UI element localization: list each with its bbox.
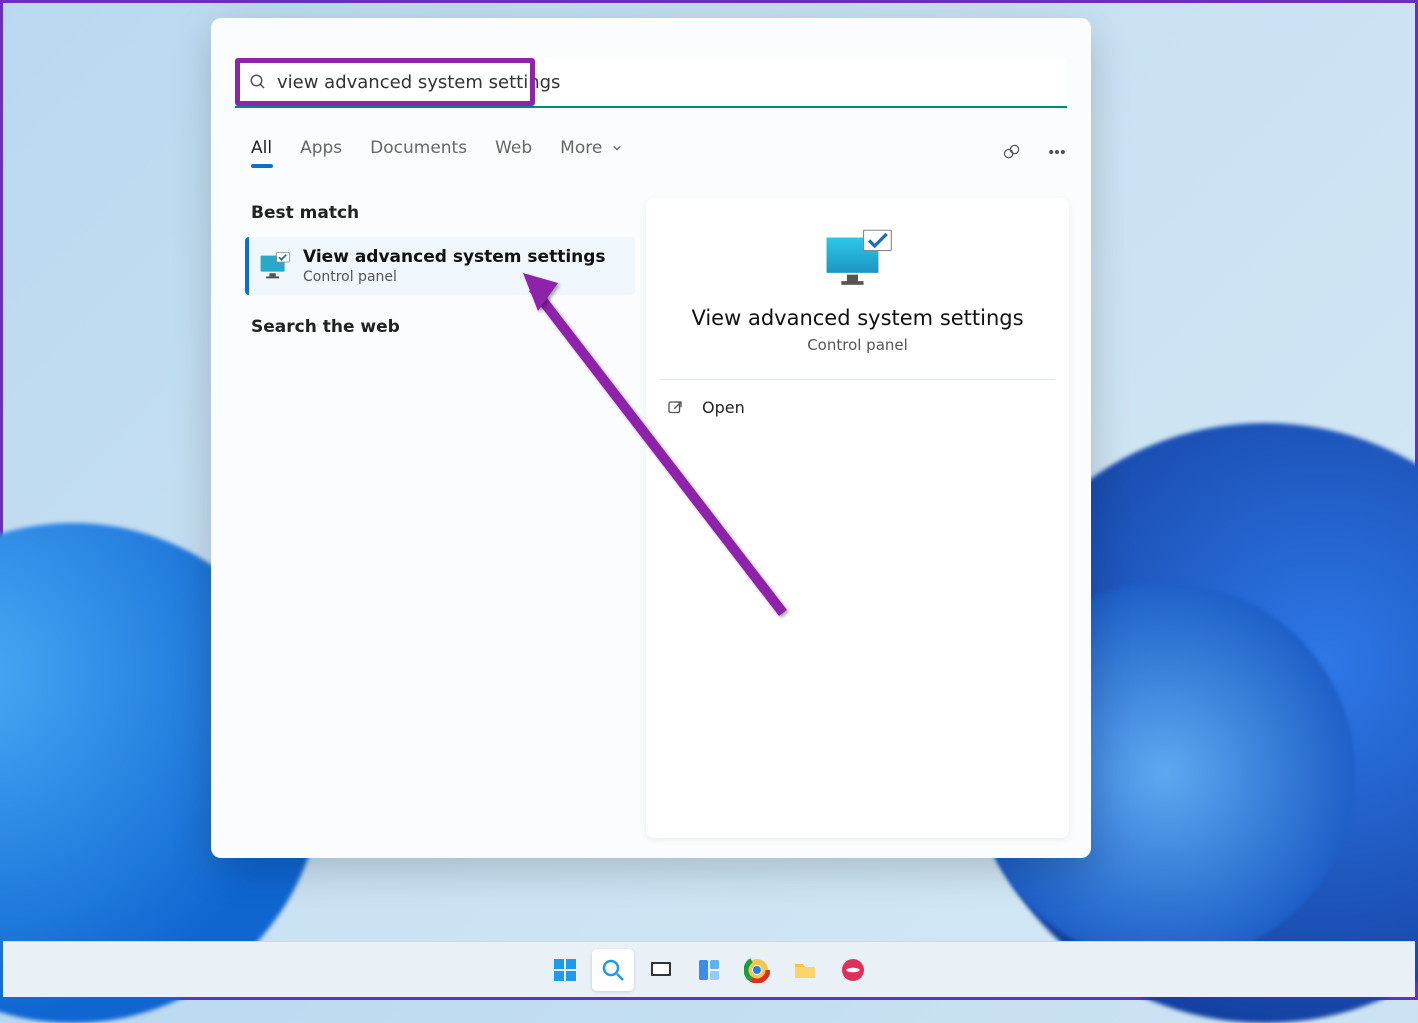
widgets-button[interactable] [688, 949, 730, 991]
more-options-icon[interactable] [1047, 142, 1067, 162]
best-match-label: Best match [251, 203, 635, 223]
chat-icon[interactable] [1002, 142, 1022, 162]
chrome-button[interactable] [736, 949, 778, 991]
monitor-check-icon [259, 252, 291, 280]
filter-tabs: All Apps Documents Web More [251, 138, 1067, 166]
search-taskbar-button[interactable] [592, 949, 634, 991]
divider [660, 379, 1055, 380]
open-label: Open [702, 398, 745, 417]
tab-more-label: More [560, 138, 602, 158]
best-match-subtitle: Control panel [303, 269, 606, 285]
open-action[interactable]: Open [660, 390, 1055, 425]
search-box[interactable] [235, 58, 1067, 108]
tab-more[interactable]: More [560, 138, 622, 166]
open-external-icon [666, 399, 684, 417]
tab-web[interactable]: Web [495, 138, 532, 166]
search-panel: All Apps Documents Web More Best match V… [211, 18, 1091, 858]
search-web-label: Search the web [251, 317, 635, 337]
start-button[interactable] [544, 949, 586, 991]
search-icon [249, 73, 267, 91]
best-match-title: View advanced system settings [303, 247, 606, 267]
preview-panel: View advanced system settings Control pa… [646, 198, 1069, 838]
file-explorer-button[interactable] [784, 949, 826, 991]
tab-all[interactable]: All [251, 138, 272, 166]
search-input[interactable] [277, 72, 1053, 93]
monitor-check-icon [821, 228, 895, 288]
results-column: Best match View advanced system settings… [245, 203, 635, 848]
task-view-button[interactable] [640, 949, 682, 991]
preview-subtitle: Control panel [807, 336, 908, 354]
taskbar [3, 941, 1415, 997]
tab-apps[interactable]: Apps [300, 138, 342, 166]
best-match-result[interactable]: View advanced system settings Control pa… [245, 237, 635, 295]
lips-app-button[interactable] [832, 949, 874, 991]
preview-title: View advanced system settings [691, 306, 1023, 330]
tab-documents[interactable]: Documents [370, 138, 467, 166]
chevron-down-icon [612, 143, 622, 153]
